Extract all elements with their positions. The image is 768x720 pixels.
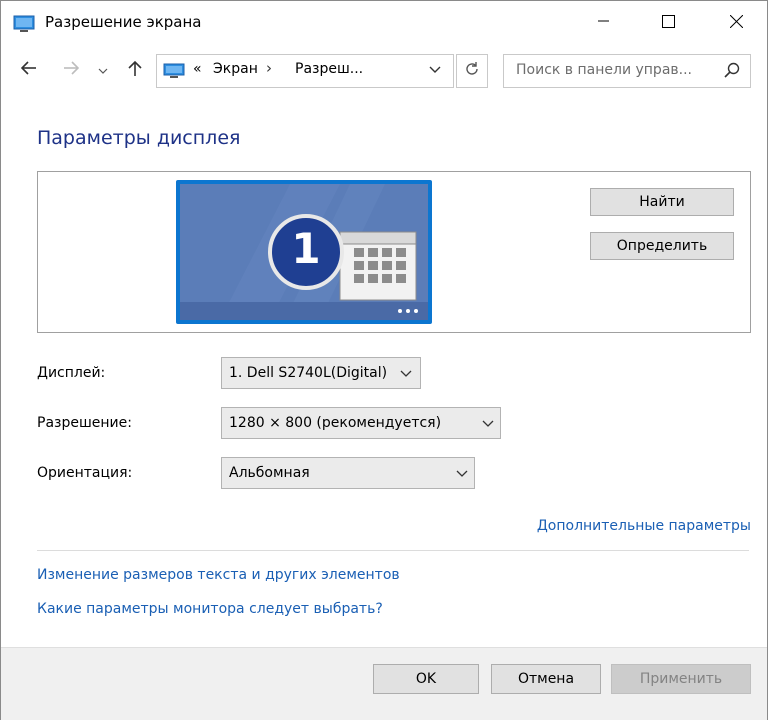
advanced-settings-link[interactable]: Дополнительные параметры <box>537 518 751 534</box>
up-button[interactable] <box>121 53 149 87</box>
title-bar: Разрешение экрана <box>1 1 767 45</box>
display-preview: 1 Найти Определить <box>37 171 751 333</box>
monitor-help-link[interactable]: Какие параметры монитора следует выбрать… <box>37 601 383 617</box>
forward-arrow-icon <box>63 61 80 79</box>
monitor-number: 1 <box>291 224 321 273</box>
monitor-screen: 1 <box>180 184 428 320</box>
cancel-button[interactable]: Отмена <box>491 664 601 694</box>
find-button[interactable]: Найти <box>590 188 734 216</box>
address-dropdown-icon[interactable] <box>429 61 441 83</box>
refresh-icon <box>464 61 480 81</box>
address-bar[interactable]: « Экран › Разреш... <box>156 54 454 88</box>
dialog-footer: OK Отмена Применить <box>1 647 767 720</box>
minimize-icon <box>598 15 610 31</box>
orientation-select[interactable]: Альбомная <box>221 457 475 489</box>
recent-chevron-icon <box>98 62 108 78</box>
back-button[interactable] <box>15 53 43 87</box>
window-title: Разрешение экрана <box>45 13 202 31</box>
display-select[interactable]: 1. Dell S2740L(Digital) <box>221 357 421 389</box>
search-placeholder: Поиск в панели управ... <box>516 62 692 78</box>
up-arrow-icon <box>128 60 142 80</box>
orientation-label: Ориентация: <box>37 465 133 481</box>
resolution-label: Разрешение: <box>37 415 132 431</box>
breadcrumb-overflow[interactable]: « <box>193 61 202 77</box>
recent-locations-button[interactable] <box>93 53 113 87</box>
resolution-select[interactable]: 1280 × 800 (рекомендуется) <box>221 407 501 439</box>
forward-button[interactable] <box>57 53 85 87</box>
resolution-select-value: 1280 × 800 (рекомендуется) <box>229 415 442 431</box>
display-resolution-window: Разрешение экрана « Экран › Разреш... По… <box>0 0 768 720</box>
minimize-button[interactable] <box>581 1 627 45</box>
maximize-button[interactable] <box>645 1 691 45</box>
chevron-down-icon <box>456 467 468 483</box>
apply-button[interactable]: Применить <box>611 664 751 694</box>
monitor-1-thumbnail[interactable]: 1 <box>176 180 432 324</box>
ok-button[interactable]: OK <box>373 664 479 694</box>
search-box[interactable]: Поиск в панели управ... <box>503 54 751 88</box>
refresh-button[interactable] <box>456 54 488 88</box>
breadcrumb-display[interactable]: Экран <box>213 61 258 77</box>
page-title: Параметры дисплея <box>37 127 241 149</box>
identify-button[interactable]: Определить <box>590 232 734 260</box>
close-icon <box>729 14 743 32</box>
orientation-select-value: Альбомная <box>229 465 310 481</box>
chevron-down-icon <box>482 417 494 433</box>
close-button[interactable] <box>713 1 759 45</box>
display-select-value: 1. Dell S2740L(Digital) <box>229 365 388 381</box>
breadcrumb-resolution[interactable]: Разреш... <box>295 61 363 77</box>
divider <box>37 550 749 551</box>
breadcrumb-separator[interactable]: › <box>266 59 272 77</box>
search-icon[interactable] <box>724 62 740 82</box>
monitor-icon <box>163 63 185 83</box>
display-label: Дисплей: <box>37 365 106 381</box>
monitor-icon <box>13 15 35 33</box>
back-arrow-icon <box>20 61 37 79</box>
maximize-icon <box>661 14 675 32</box>
chevron-down-icon <box>400 367 412 383</box>
text-size-link[interactable]: Изменение размеров текста и других элеме… <box>37 567 400 583</box>
